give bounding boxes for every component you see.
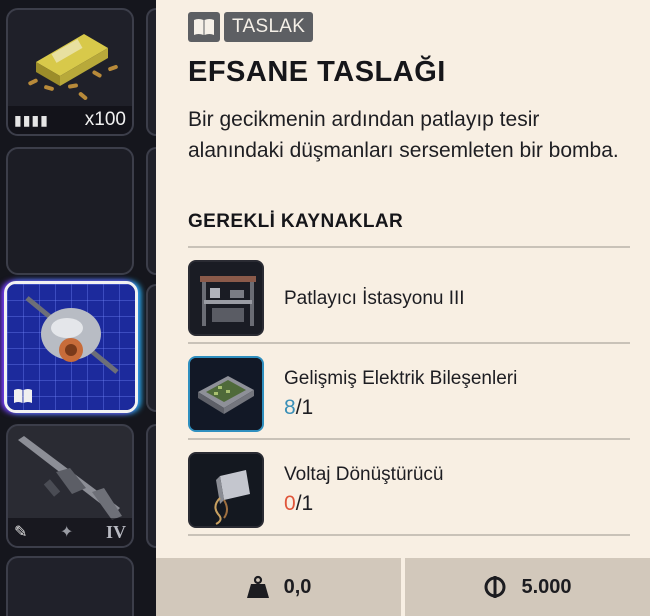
inventory-slot-partial[interactable] [6, 556, 134, 616]
resource-name: Voltaj Dönüştürücü [284, 464, 444, 485]
electrical-components-icon [188, 356, 264, 432]
inventory-slot-empty[interactable] [6, 147, 134, 275]
item-title: EFSANE TASLAĞI [188, 56, 446, 88]
divider [188, 534, 630, 536]
inventory-slot-ammo[interactable]: ▮▮▮▮ x100 [6, 8, 134, 136]
inventory-slot-rifle[interactable]: ✎ ✦ IV [6, 424, 134, 548]
slot-footer: ✎ ✦ IV [8, 518, 132, 546]
ammo-box-icon [28, 34, 118, 100]
book-icon [14, 389, 32, 403]
weight-value: 0,0 [283, 575, 312, 598]
weight-icon [246, 575, 269, 598]
pencil-icon: ✎ [14, 524, 28, 541]
resource-name: Gelişmiş Elektrik Bileşenleri [284, 368, 518, 389]
ammo-type-icon: ▮▮▮▮ [14, 111, 49, 128]
resource-row[interactable]: Voltaj Dönüştürücü 0/1 [188, 440, 630, 534]
item-type-tag: TASLAK [188, 12, 314, 42]
required-resources-heading: GEREKLİ KAYNAKLAR [188, 211, 404, 232]
item-footer: 0,0 5.000 [156, 558, 650, 616]
resource-name: Patlayıcı İstasyonu III [284, 288, 465, 309]
gear-icon: ✦ [59, 524, 74, 541]
item-type-label: TASLAK [224, 12, 314, 42]
resource-have: 0 [284, 492, 296, 515]
inventory-grid: ▮▮▮▮ x100 ✎ ✦ IV [0, 0, 158, 616]
resource-count: 0/1 [284, 492, 313, 516]
resource-row[interactable]: Patlayıcı İstasyonu III [188, 248, 630, 342]
book-icon [188, 12, 220, 42]
slot-tier: IV [105, 521, 126, 542]
voltage-converter-icon [188, 452, 264, 528]
price-value: 5.000 [521, 575, 572, 598]
coin-icon [484, 576, 506, 598]
item-detail-panel: TASLAK EFSANE TASLAĞI Bir gecikmenin ard… [156, 0, 650, 616]
weight-display: 0,0 [156, 558, 401, 616]
bomb-icon [25, 296, 119, 374]
inventory-slot-blueprint-selected[interactable] [4, 281, 138, 413]
resource-need: /1 [295, 396, 314, 419]
price-display: 5.000 [405, 558, 650, 616]
item-description: Bir gecikmenin ardından patlayıp tesir a… [188, 108, 619, 162]
slot-footer [7, 382, 135, 410]
rifle-icon [18, 436, 122, 520]
resource-row[interactable]: Gelişmiş Elektrik Bileşenleri 8/1 [188, 344, 630, 438]
resource-need: /1 [295, 492, 314, 515]
resource-count: 8/1 [284, 396, 313, 420]
slot-footer: ▮▮▮▮ x100 [8, 106, 132, 134]
resource-have: 8 [284, 396, 296, 419]
slot-quantity: x100 [84, 109, 126, 130]
explosives-station-icon [188, 260, 264, 336]
